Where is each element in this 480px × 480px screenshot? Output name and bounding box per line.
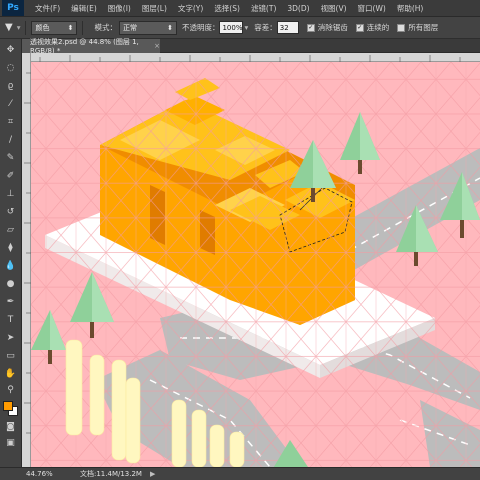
paint-bucket-icon[interactable]: ⧫ xyxy=(3,241,18,254)
tool-preset-dropdown[interactable]: ▾ xyxy=(17,23,21,32)
foreground-color-swatch-top xyxy=(3,401,13,411)
lasso-icon[interactable]: ϱ xyxy=(3,79,18,92)
path-selection-icon[interactable]: ➤ xyxy=(3,331,18,344)
magic-wand-icon[interactable]: ⁄ xyxy=(3,97,18,110)
chevron-down-icon: ⬍ xyxy=(167,23,173,32)
tools-panel: ✥ ◌ ϱ ⁄ ⌗ / ✎ ✐ ⊥ ↺ ▱ ⧫ 💧 ● ✒ T ➤ ▭ ✋ ⚲ … xyxy=(0,39,22,467)
checkbox-check-icon: ✓ xyxy=(355,23,364,32)
antialias-checkbox[interactable]: ✓ 消除锯齿 xyxy=(306,22,348,33)
opacity-field[interactable]: 100% xyxy=(219,21,244,34)
marquee-icon[interactable]: ◌ xyxy=(3,61,18,74)
zoom-level[interactable]: 44.76% xyxy=(0,470,53,478)
brush-icon[interactable]: ✐ xyxy=(3,169,18,182)
document-tab-bar: 透视效果2.psd @ 44.8% (图层 1, RGB/8) * × xyxy=(22,38,480,55)
menu-file[interactable]: 文件(F) xyxy=(35,3,60,14)
opacity-slider-arrow[interactable]: ▾ xyxy=(244,23,248,32)
document-tab[interactable]: 透视效果2.psd @ 44.8% (图层 1, RGB/8) * × xyxy=(22,38,160,55)
status-bar: 44.76% 文档:11.4M/13.2M ▶ xyxy=(0,467,480,480)
menu-window[interactable]: 窗口(W) xyxy=(358,3,386,14)
menu-layer[interactable]: 图层(L) xyxy=(142,3,167,14)
dodge-icon[interactable]: ● xyxy=(3,277,18,290)
ruler-ticks xyxy=(39,55,461,62)
document-size-info[interactable]: 文档:11.4M/13.2M xyxy=(80,469,142,479)
menu-image[interactable]: 图像(I) xyxy=(108,3,131,14)
menu-type[interactable]: 文字(Y) xyxy=(178,3,203,14)
menu-3d[interactable]: 3D(D) xyxy=(287,4,309,13)
eyedropper-icon[interactable]: / xyxy=(3,133,18,146)
menu-filter[interactable]: 滤镜(T) xyxy=(251,3,276,14)
menu-select[interactable]: 选择(S) xyxy=(214,3,240,14)
chevron-down-icon: ⬍ xyxy=(67,23,74,32)
photoshop-logo: Ps xyxy=(2,0,24,16)
checkbox-empty-icon xyxy=(397,23,406,32)
mode-value: 正常 xyxy=(122,23,137,32)
quick-mask-icon[interactable]: ◙ xyxy=(3,420,18,433)
menu-edit[interactable]: 编辑(E) xyxy=(71,3,97,14)
paint-bucket-icon[interactable]: ▼ xyxy=(5,22,13,33)
mode-dropdown[interactable]: 正常 ⬍ xyxy=(118,20,177,35)
history-brush-icon[interactable]: ↺ xyxy=(3,205,18,218)
ruler-ticks xyxy=(24,72,31,434)
crop-icon[interactable]: ⌗ xyxy=(3,115,18,128)
horizontal-ruler[interactable] xyxy=(30,53,480,62)
separator xyxy=(25,20,27,35)
close-icon[interactable]: × xyxy=(154,42,160,50)
options-bar: ▼ ▾ 颜色 ⬍ 模式： 正常 ⬍ 不透明度： 100% ▾ 容差： 32 ✓ … xyxy=(0,17,480,39)
all-layers-label: 所有图层 xyxy=(408,23,439,32)
contiguous-label: 连续的 xyxy=(366,23,390,32)
status-menu-arrow-icon[interactable]: ▶ xyxy=(150,470,155,478)
zoom-icon[interactable]: ⚲ xyxy=(3,383,18,396)
move-icon[interactable]: ✥ xyxy=(3,43,18,56)
pen-icon[interactable]: ✒ xyxy=(3,295,18,308)
antialias-label: 消除锯齿 xyxy=(317,23,348,32)
type-icon[interactable]: T xyxy=(3,313,18,326)
menu-bar: Ps 文件(F) 编辑(E) 图像(I) 图层(L) 文字(Y) 选择(S) 滤… xyxy=(0,0,480,17)
healing-brush-icon[interactable]: ✎ xyxy=(3,151,18,164)
blur-icon[interactable]: 💧 xyxy=(3,259,18,272)
clone-stamp-icon[interactable]: ⊥ xyxy=(3,187,18,200)
fill-source-value: 颜色 xyxy=(35,23,50,32)
vertical-ruler[interactable] xyxy=(22,53,31,467)
separator xyxy=(82,20,84,35)
menu-view[interactable]: 视图(V) xyxy=(321,3,347,14)
menu-help[interactable]: 帮助(H) xyxy=(397,3,424,14)
all-layers-checkbox[interactable]: 所有图层 xyxy=(397,22,438,33)
rectangle-shape-icon[interactable]: ▭ xyxy=(3,349,18,362)
fill-source-dropdown[interactable]: 颜色 ⬍ xyxy=(31,20,78,35)
mode-label: 模式： xyxy=(94,23,117,32)
checkbox-check-icon: ✓ xyxy=(306,23,315,32)
eraser-icon[interactable]: ▱ xyxy=(3,223,18,236)
tolerance-label: 容差： xyxy=(254,23,277,32)
screen-mode-icon[interactable]: ▣ xyxy=(3,436,18,449)
hand-icon[interactable]: ✋ xyxy=(3,367,18,380)
contiguous-checkbox[interactable]: ✓ 连续的 xyxy=(355,22,390,33)
opacity-label: 不透明度： xyxy=(181,23,220,32)
tolerance-field[interactable]: 32 xyxy=(276,21,299,34)
artwork xyxy=(31,62,480,467)
document-canvas[interactable] xyxy=(31,62,480,467)
